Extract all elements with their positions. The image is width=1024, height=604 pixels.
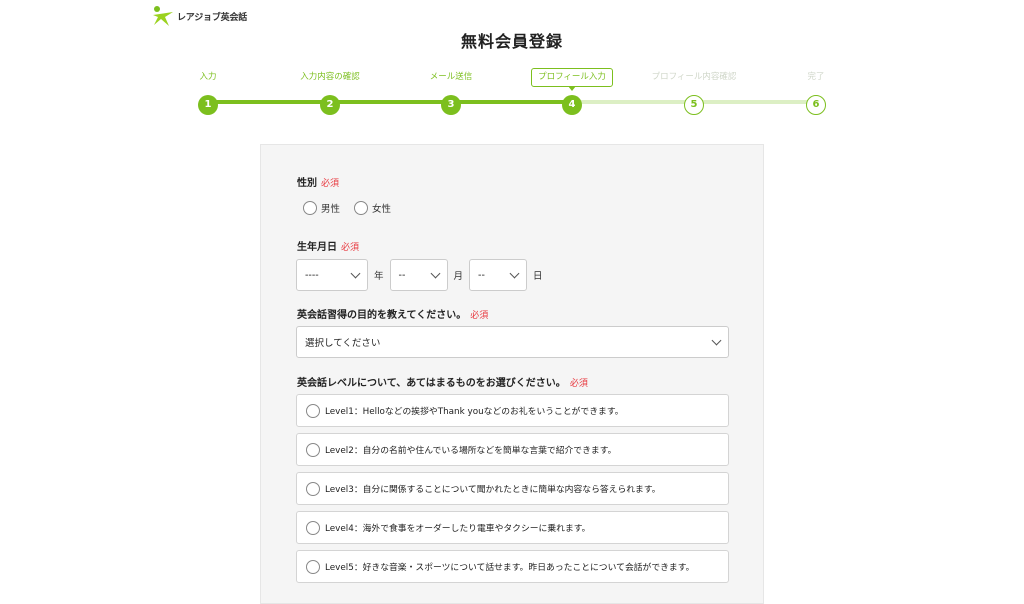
step-4-current: プロフィール入力 4: [512, 64, 632, 115]
step-2: 入力内容の確認 2: [270, 64, 390, 115]
required-badge: 必須: [341, 243, 360, 253]
radio-button[interactable]: [306, 442, 320, 457]
step-number: 3: [441, 95, 461, 115]
level-option-text: Level3：自分に関係することについて聞かれたときに簡単な内容なら答えられます…: [325, 485, 661, 495]
step-label: プロフィール内容確認: [651, 72, 737, 82]
birthdate-row: ---- 年 -- 月 -- 日: [296, 259, 545, 291]
step-number: 6: [806, 95, 826, 115]
radio-button[interactable]: [306, 481, 320, 496]
step-number: 2: [320, 95, 340, 115]
radio-button[interactable]: [306, 520, 320, 535]
day-unit: 日: [533, 271, 543, 282]
radio-button[interactable]: [303, 201, 317, 215]
step-label: 入力内容の確認: [300, 72, 360, 82]
gender-option-female[interactable]: 女性: [354, 201, 391, 215]
radio-button[interactable]: [306, 559, 320, 574]
level-option-5[interactable]: Level5：好きな音楽・スポーツについて話せます。昨日あったことについて会話が…: [296, 550, 729, 583]
select-value: --: [478, 269, 485, 281]
gender-radio-group: 男性 女性: [303, 201, 391, 215]
select-value: ----: [305, 269, 319, 281]
birth-day-select[interactable]: --: [469, 259, 528, 291]
select-value: 選択してください: [305, 338, 381, 349]
birth-month-select[interactable]: --: [389, 259, 448, 291]
step-6: 完了 6: [756, 64, 876, 115]
level-option-1[interactable]: Level1：Helloなどの挨拶やThank youなどのお礼をいうことができ…: [296, 394, 729, 427]
chevron-down-icon: [509, 268, 520, 278]
level-label-text: 英会話レベルについて、あてはまるものをお選びください。: [297, 378, 566, 389]
required-badge: 必須: [569, 379, 588, 389]
gender-label-text: 性別: [297, 178, 317, 189]
purpose-select[interactable]: 選択してください: [296, 326, 729, 358]
step-number: 4: [562, 95, 582, 115]
step-label: 完了: [807, 72, 825, 82]
level-option-text: Level2：自分の名前や住んでいる場所などを簡単な言葉で紹介できます。: [325, 446, 617, 456]
chevron-down-icon: [711, 335, 722, 345]
radio-label: 男性: [321, 204, 341, 215]
level-radio-list: Level1：Helloなどの挨拶やThank youなどのお礼をいうことができ…: [296, 394, 729, 589]
step-3: メール送信 3: [391, 64, 511, 115]
step-1: 入力 1: [148, 64, 268, 115]
step-label: 入力: [199, 72, 217, 82]
radio-button[interactable]: [306, 403, 320, 418]
select-value: --: [398, 269, 406, 281]
purpose-label-text: 英会話習得の目的を教えてください。: [297, 310, 467, 321]
level-option-4[interactable]: Level4：海外で食事をオーダーしたり電車やタクシーに乗れます。: [296, 511, 729, 544]
profile-form: 性別 必須 男性 女性 生年月日 必須 ---- 年 -- 月 -- 日 英会話…: [260, 144, 764, 604]
birthdate-label-text: 生年月日: [297, 242, 337, 253]
level-label: 英会話レベルについて、あてはまるものをお選びください。 必須: [297, 374, 588, 389]
logo[interactable]: レアジョブ英会話: [152, 4, 247, 28]
step-5: プロフィール内容確認 5: [634, 64, 754, 115]
chevron-down-icon: [350, 268, 361, 278]
level-option-text: Level5：好きな音楽・スポーツについて話せます。昨日あったことについて会話が…: [325, 563, 695, 573]
logo-text: レアジョブ英会話: [177, 12, 248, 23]
required-badge: 必須: [470, 311, 489, 321]
step-label: メール送信: [429, 72, 473, 82]
level-option-text: Level4：海外で食事をオーダーしたり電車やタクシーに乗れます。: [325, 524, 591, 534]
birthdate-label: 生年月日 必須: [297, 238, 359, 253]
level-option-text: Level1：Helloなどの挨拶やThank youなどのお礼をいうことができ…: [325, 407, 624, 417]
step-label-current: プロフィール入力: [531, 68, 613, 91]
month-unit: 月: [453, 271, 464, 282]
step-number: 5: [684, 95, 704, 115]
progress-stepper: 入力 1 入力内容の確認 2 メール送信 3 プロフィール入力 4 プロフィール…: [0, 64, 1024, 124]
birth-year-select[interactable]: ----: [296, 259, 368, 291]
level-option-2[interactable]: Level2：自分の名前や住んでいる場所などを簡単な言葉で紹介できます。: [296, 433, 729, 466]
year-unit: 年: [374, 271, 384, 282]
page-title: 無料会員登録: [460, 32, 563, 51]
gender-option-male[interactable]: 男性: [303, 201, 340, 215]
step-number: 1: [198, 95, 218, 115]
required-badge: 必須: [321, 179, 340, 189]
radio-label: 女性: [372, 204, 392, 215]
gender-label: 性別 必須: [297, 174, 339, 189]
level-option-3[interactable]: Level3：自分に関係することについて聞かれたときに簡単な内容なら答えられます…: [296, 472, 729, 505]
chevron-down-icon: [430, 268, 440, 278]
logo-mark-icon: [152, 5, 174, 27]
radio-button[interactable]: [354, 201, 369, 215]
purpose-label: 英会話習得の目的を教えてください。 必須: [297, 306, 488, 321]
